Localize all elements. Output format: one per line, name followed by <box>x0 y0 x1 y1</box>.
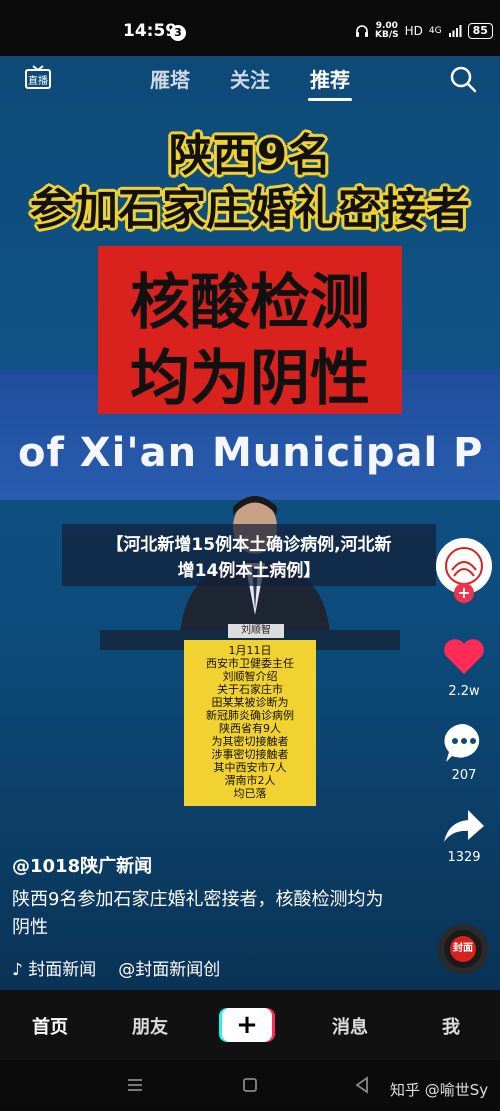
subtitle-line1: 【河北新增15例本土确诊病例,河北新 <box>106 535 392 555</box>
red-headline-box: 核酸检测 均为阴性 <box>98 246 402 414</box>
comment-count: 207 <box>451 768 477 783</box>
signal-icon <box>448 25 462 37</box>
clock: 14:59 <box>123 21 178 41</box>
menu-icon[interactable] <box>126 1078 144 1092</box>
svg-text:直播: 直播 <box>28 74 48 87</box>
battery-level: 85 <box>467 23 493 39</box>
red-headline-line1: 核酸检测 <box>130 268 370 338</box>
status-indicators: 9.00 KB/S HD 4G 85 <box>355 22 493 40</box>
like-count: 2.2w <box>448 684 480 699</box>
follow-button[interactable]: + <box>454 583 474 603</box>
nameplate: 刘顺智 <box>228 624 284 638</box>
active-tab-indicator <box>308 98 352 101</box>
comment-icon[interactable] <box>440 718 488 766</box>
tab-recommend[interactable]: 推荐 <box>310 64 350 93</box>
create-button[interactable]: + <box>222 1008 272 1042</box>
tab-following[interactable]: 关注 <box>230 64 270 93</box>
network-type: 4G <box>428 26 442 36</box>
video-headline-line2: 参加石家庄婚礼密接者 <box>30 184 470 235</box>
watermark: 知乎 @喻世Sy <box>390 1081 489 1099</box>
music-title: ♪ 封面新闻 <box>12 960 97 980</box>
hd-indicator: HD <box>404 24 423 38</box>
author-name[interactable]: @1018陕广新闻 <box>12 852 152 878</box>
backdrop-text: of Xi'an Municipal P <box>18 430 484 476</box>
nav-home[interactable]: 首页 <box>32 1013 68 1039</box>
notification-badge: 3 <box>170 25 186 41</box>
headphones-icon <box>356 25 368 37</box>
video-headline-line1: 陕西9名 <box>168 130 332 181</box>
home-square-icon[interactable] <box>242 1077 258 1093</box>
notice-card: 1月11日 西安市卫健委主任 刘顺智介绍 关于石家庄市 田某某被诊断为 新冠肺炎… <box>184 640 316 806</box>
nav-friends[interactable]: 朋友 <box>132 1013 168 1039</box>
back-icon[interactable] <box>354 1076 370 1094</box>
nav-messages[interactable]: 消息 <box>332 1013 368 1039</box>
red-headline-line2: 均为阴性 <box>130 344 370 414</box>
post-caption: 陕西9名参加石家庄婚礼密接者，核酸检测均为阴性 <box>12 889 384 938</box>
live-tv-icon[interactable]: 直播 <box>24 64 52 92</box>
share-icon[interactable] <box>440 802 488 850</box>
video-subtitle: 【河北新增15例本土确诊病例,河北新 增14例本土病例】 <box>62 524 436 586</box>
music-disc-label: 封面 <box>450 936 476 962</box>
nav-me[interactable]: 我 <box>442 1013 460 1039</box>
music-row[interactable]: ♪ 封面新闻 @封面新闻创 <box>12 955 220 980</box>
music-author: @封面新闻创 <box>118 960 221 980</box>
network-speed: 9.00 KB/S <box>375 21 399 40</box>
share-count: 1329 <box>447 850 481 865</box>
tab-nearby[interactable]: 雁塔 <box>150 64 190 93</box>
heart-icon[interactable] <box>440 632 488 680</box>
subtitle-line2: 增14例本土病例】 <box>177 561 321 581</box>
search-icon[interactable] <box>448 64 478 94</box>
